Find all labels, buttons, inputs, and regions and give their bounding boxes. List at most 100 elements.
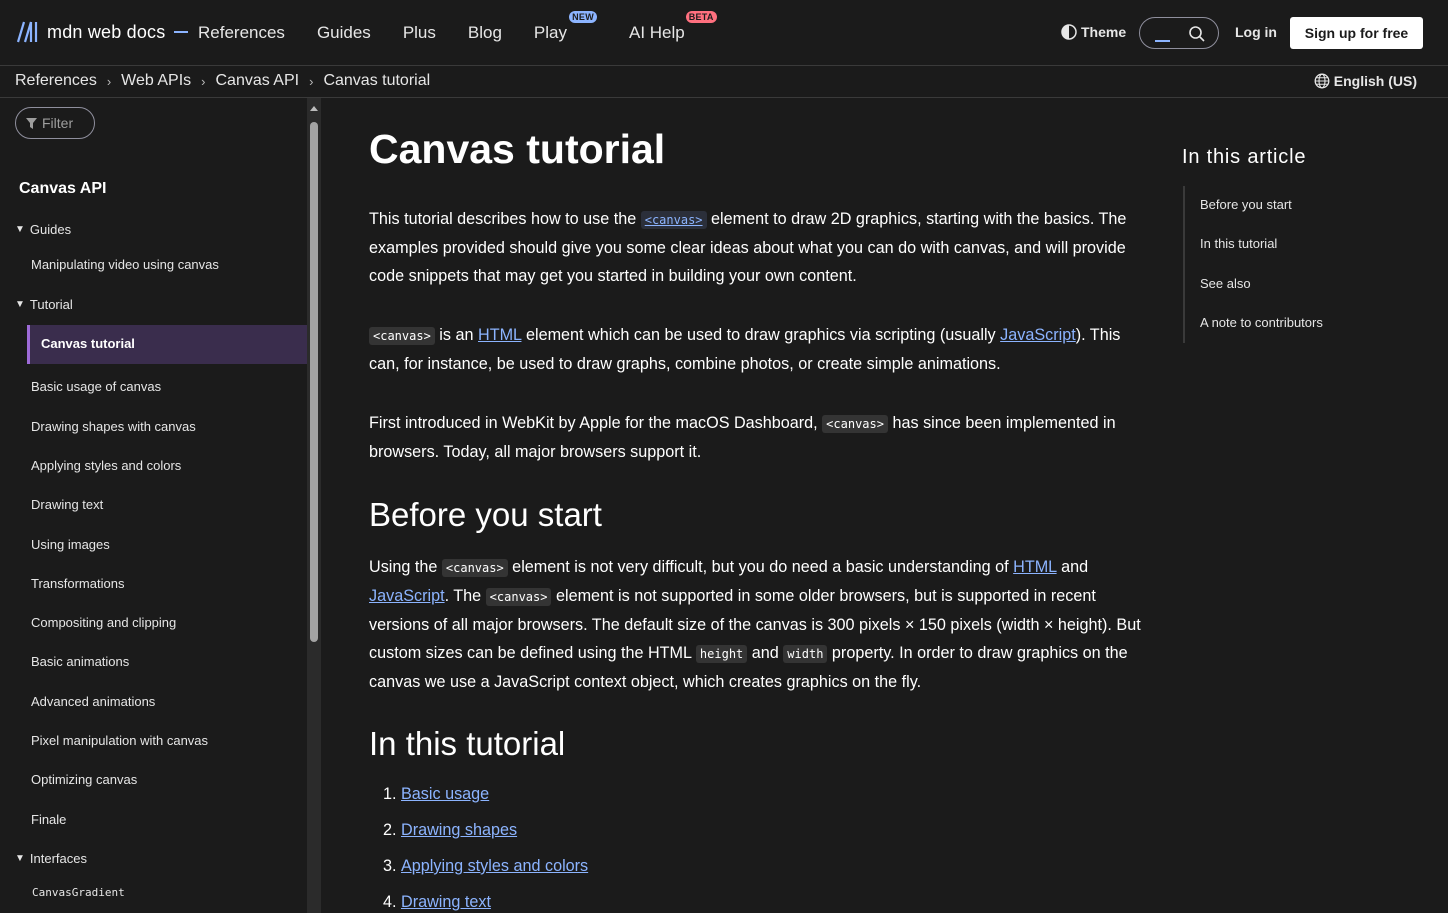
- before-start-paragraph: Using the <canvas> element is not very d…: [369, 553, 1141, 696]
- sidebar-item-basic-animations[interactable]: Basic animations: [31, 654, 129, 669]
- p2-text-a: is an: [434, 326, 478, 344]
- p3-text-a: First introduced in WebKit by Apple for …: [369, 414, 823, 432]
- triangle-down-icon: ▼: [15, 853, 25, 864]
- history-paragraph: First introduced in WebKit by Apple for …: [369, 409, 1141, 466]
- p4-text-a: Using the: [369, 558, 442, 576]
- nav-references[interactable]: References: [198, 23, 285, 43]
- article-toc-title: In this article: [1182, 146, 1307, 168]
- breadcrumb-canvas-api[interactable]: Canvas API: [215, 72, 299, 90]
- width-code: width: [783, 645, 828, 663]
- javascript-link[interactable]: JavaScript: [369, 587, 445, 605]
- theme-label: Theme: [1081, 24, 1127, 40]
- p2-text-b: element which can be used to draw graphi…: [521, 326, 1001, 344]
- chevron-right-icon: ›: [201, 73, 206, 89]
- sidebar-item-optimizing[interactable]: Optimizing canvas: [31, 772, 137, 787]
- list-number: 1.: [383, 785, 397, 803]
- login-link[interactable]: Log in: [1235, 24, 1277, 40]
- sidebar-item-finale[interactable]: Finale: [31, 812, 66, 827]
- canvas-element-link[interactable]: <canvas>: [640, 210, 707, 229]
- triangle-down-icon: ▼: [15, 299, 25, 310]
- breadcrumb-canvas-tutorial[interactable]: Canvas tutorial: [323, 72, 430, 90]
- link-drawing-shapes[interactable]: Drawing shapes: [401, 821, 517, 839]
- search-input[interactable]: [1139, 17, 1219, 49]
- heading-in-this-tutorial: In this tutorial: [369, 725, 566, 762]
- nav-blog[interactable]: Blog: [468, 23, 502, 43]
- sidebar-group-tutorial[interactable]: ▼ Tutorial: [15, 297, 73, 312]
- nav-plus[interactable]: Plus: [403, 23, 436, 43]
- list-number: 2.: [383, 821, 397, 839]
- toc-see-also[interactable]: See also: [1200, 276, 1251, 291]
- sidebar-item-canvasgradient[interactable]: CanvasGradient: [32, 886, 125, 899]
- nav-play[interactable]: Play NEW: [534, 11, 597, 43]
- sidebar-title[interactable]: Canvas API: [19, 180, 106, 198]
- sidebar-item-canvas-tutorial[interactable]: Canvas tutorial: [27, 325, 307, 364]
- chevron-right-icon: ›: [106, 73, 112, 89]
- scrollbar-thumb[interactable]: [310, 122, 318, 642]
- toc-note-to-contributors[interactable]: A note to contributors: [1200, 315, 1323, 330]
- p4-text-f: and: [747, 644, 784, 662]
- sidebar-group-label: Interfaces: [29, 851, 87, 866]
- scroll-up-arrow-icon[interactable]: [310, 106, 318, 111]
- canvas-code: <canvas>: [485, 588, 552, 606]
- signup-button[interactable]: Sign up for free: [1290, 17, 1423, 49]
- search-cursor: [1155, 40, 1170, 42]
- tutorial-list: 1. Basic usage 2. Drawing shapes 3. Applyin…: [369, 780, 588, 913]
- intro-text-a: This tutorial describes how to use the: [369, 210, 641, 228]
- sidebar-group-guides[interactable]: ▼ Guides: [15, 222, 71, 237]
- html-link[interactable]: HTML: [1013, 558, 1056, 576]
- link-basic-usage[interactable]: Basic usage: [401, 785, 489, 803]
- sidebar-item-using-images[interactable]: Using images: [31, 537, 110, 552]
- javascript-link[interactable]: JavaScript: [1000, 326, 1076, 344]
- sidebar-item-basic-usage[interactable]: Basic usage of canvas: [31, 379, 161, 394]
- language-selector[interactable]: English (US): [1314, 73, 1417, 89]
- breadcrumb-bar: References › Web APIs › Canvas API › Can…: [0, 66, 1448, 98]
- search-icon[interactable]: [1188, 25, 1206, 43]
- nav-ai-help[interactable]: AI Help BETA: [629, 11, 717, 43]
- sidebar-item-compositing[interactable]: Compositing and clipping: [31, 615, 176, 630]
- html-link[interactable]: HTML: [478, 326, 521, 344]
- sidebar-scrollbar[interactable]: [307, 98, 321, 913]
- sidebar-item-label: Canvas tutorial: [41, 336, 135, 351]
- triangle-down-icon: ▼: [15, 224, 25, 235]
- filter-input[interactable]: Filter: [15, 107, 95, 139]
- nav-guides[interactable]: Guides: [317, 23, 371, 43]
- link-drawing-text[interactable]: Drawing text: [401, 893, 491, 911]
- sidebar-item-transformations[interactable]: Transformations: [31, 576, 124, 591]
- sidebar-item-manipulating-video[interactable]: Manipulating video using canvas: [31, 257, 219, 272]
- list-item: 4. Drawing text: [369, 888, 588, 913]
- breadcrumb-web-apis[interactable]: Web APIs: [121, 72, 191, 90]
- p4-text-c: and: [1056, 558, 1089, 576]
- sidebar-group-label: Guides: [29, 222, 72, 237]
- breadcrumb-references[interactable]: References: [15, 72, 97, 90]
- mdn-logo-icon: [16, 21, 38, 43]
- canvas-code: <canvas>: [640, 211, 707, 229]
- sidebar-item-advanced-animations[interactable]: Advanced animations: [31, 694, 155, 709]
- sidebar-item-pixel-manipulation[interactable]: Pixel manipulation with canvas: [31, 733, 208, 748]
- nav-ai-help-label: AI Help: [629, 23, 685, 42]
- link-applying-styles[interactable]: Applying styles and colors: [401, 857, 588, 875]
- theme-button[interactable]: Theme: [1061, 24, 1126, 40]
- new-badge: NEW: [569, 11, 597, 23]
- filter-placeholder: Filter: [42, 115, 74, 131]
- sidebar-item-drawing-shapes[interactable]: Drawing shapes with canvas: [31, 419, 196, 434]
- toc-in-this-tutorial[interactable]: In this tutorial: [1200, 236, 1277, 251]
- sidebar-group-label: Tutorial: [29, 297, 73, 312]
- main-nav: References Guides Plus Blog Play NEW AI …: [198, 0, 717, 66]
- list-number: 3.: [383, 857, 397, 875]
- page-title: Canvas tutorial: [369, 126, 666, 172]
- beta-badge: BETA: [685, 11, 717, 23]
- sidebar: Filter Canvas API ▼ Guides Manipulating …: [0, 98, 307, 913]
- heading-before-you-start: Before you start: [369, 496, 602, 533]
- sidebar-item-applying-styles[interactable]: Applying styles and colors: [31, 458, 181, 473]
- mdn-logo[interactable]: mdn web docs: [15, 20, 189, 44]
- p4-text-b: element is not very difficult, but you d…: [507, 558, 1014, 576]
- logo-text: mdn web docs: [47, 21, 166, 42]
- canvas-code: <canvas>: [369, 327, 435, 345]
- breadcrumb: References › Web APIs › Canvas API › Can…: [15, 72, 430, 90]
- logo-cursor: [174, 31, 189, 33]
- toc-before-you-start[interactable]: Before you start: [1200, 197, 1292, 212]
- sidebar-item-drawing-text[interactable]: Drawing text: [31, 497, 103, 512]
- list-item: 2. Drawing shapes: [369, 816, 588, 852]
- sidebar-group-interfaces[interactable]: ▼ Interfaces: [15, 851, 87, 866]
- height-code: height: [695, 645, 748, 663]
